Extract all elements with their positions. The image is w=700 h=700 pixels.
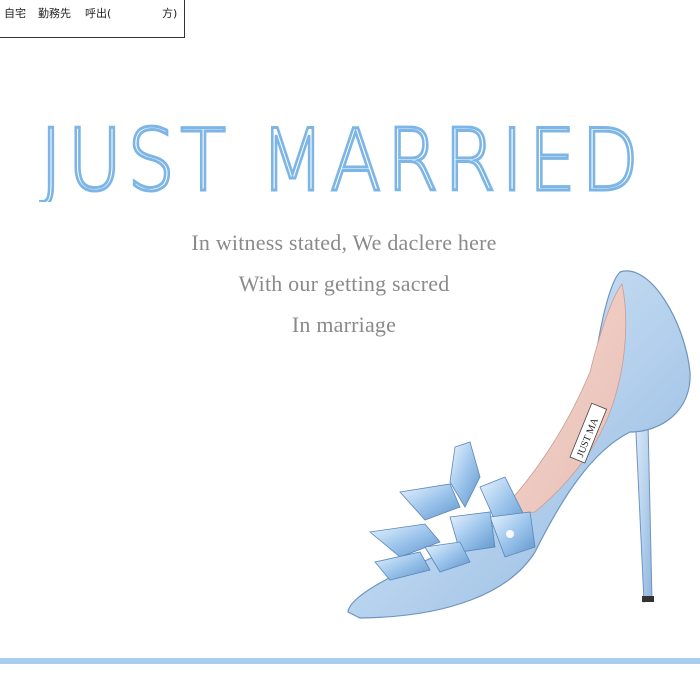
phone-work-label: 勤務先	[38, 7, 71, 20]
phone-callout-close: 方)	[162, 7, 178, 20]
glass-slipper-illustration: JUST MA	[347, 270, 691, 619]
phone-home-label: 自宅	[4, 7, 26, 20]
verse-line-1: In witness stated, We daclere here	[191, 230, 497, 255]
title-graphic: JUST MARRIED	[39, 112, 644, 202]
bottom-border-stripe	[0, 658, 700, 664]
phone-callout-label: 呼出(	[85, 7, 112, 20]
phone-number-box: 自宅 勤務先 呼出( 方)	[0, 0, 185, 38]
page-title: JUST MARRIED	[40, 112, 644, 202]
